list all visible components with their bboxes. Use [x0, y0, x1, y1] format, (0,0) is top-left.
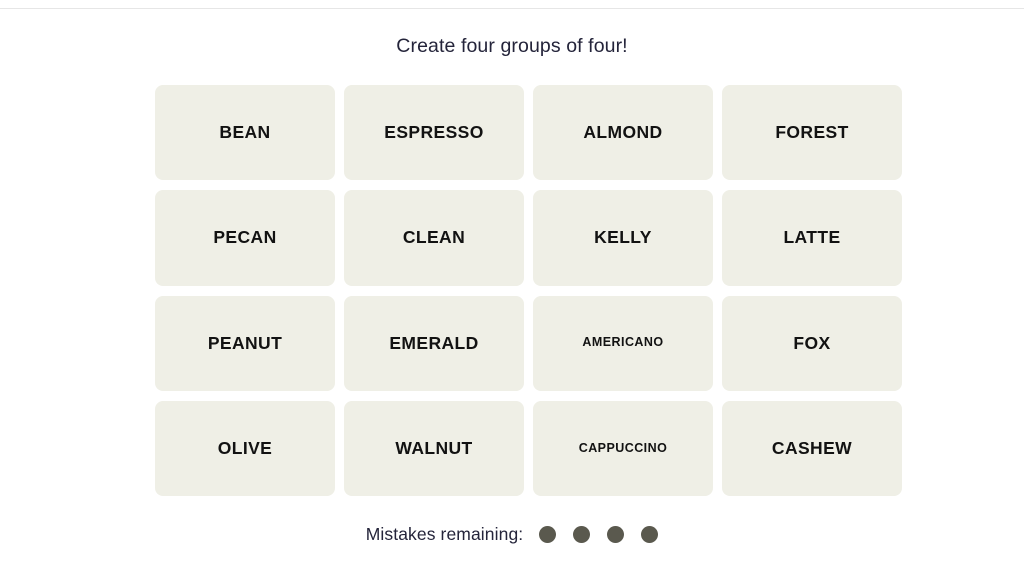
word-tile[interactable]: CASHEW: [722, 400, 902, 496]
mistakes-remaining-section: Mistakes remaining:: [0, 523, 1024, 545]
instruction-text: Create four groups of four!: [396, 35, 628, 57]
tile-grid: BEAN ESPRESSO ALMOND FOREST PECAN CLEAN KELLY L…: [155, 85, 902, 496]
word-tile-label: EMERALD: [389, 332, 479, 353]
word-tile[interactable]: ESPRESSO: [344, 85, 524, 181]
word-tile-label: OLIVE: [217, 437, 273, 458]
word-tile[interactable]: CAPPUCCINO: [533, 400, 713, 496]
word-tile[interactable]: CLEAN: [344, 190, 524, 286]
word-tile[interactable]: BEAN: [155, 85, 335, 181]
word-tile[interactable]: KELLY: [533, 190, 713, 286]
mistake-dot: [539, 525, 557, 543]
mistakes-remaining-label: Mistakes remaining:: [365, 524, 524, 544]
word-tile[interactable]: ALMOND: [533, 85, 713, 181]
page-root: Create four groups of four! BEAN ESPRESSO…: [0, 0, 1024, 576]
word-tile-label: ESPRESSO: [384, 122, 484, 142]
word-tile[interactable]: FOREST: [722, 85, 902, 181]
word-tile-label: FOX: [793, 332, 831, 353]
word-tile[interactable]: LATTE: [722, 190, 902, 286]
word-tile-label: WALNUT: [395, 437, 473, 458]
word-tile-label: CASHEW: [771, 437, 853, 458]
word-tile[interactable]: PECAN: [155, 190, 335, 286]
mistake-dot: [607, 525, 625, 543]
connections-puzzle: Create four groups of four! BEAN ESPRESSO…: [0, 0, 1024, 576]
mistake-dot: [641, 525, 659, 543]
word-tile-label: ALMOND: [583, 122, 663, 142]
word-tile-label: CAPPUCCINO: [578, 440, 668, 455]
word-tile-label: PEANUT: [207, 332, 283, 353]
word-tile[interactable]: AMERICANO: [533, 295, 713, 391]
word-tile-label: LATTE: [783, 227, 841, 248]
word-tile[interactable]: PEANUT: [155, 295, 335, 391]
word-tile[interactable]: WALNUT: [344, 400, 524, 496]
word-tile[interactable]: EMERALD: [344, 295, 524, 391]
mistakes-dot-group: [539, 525, 659, 543]
word-tile-label: PECAN: [213, 227, 277, 248]
word-tile-label: FOREST: [775, 122, 849, 142]
word-tile-label: BEAN: [219, 122, 271, 142]
word-tile[interactable]: OLIVE: [155, 400, 335, 496]
word-tile-label: KELLY: [594, 227, 652, 248]
word-tile[interactable]: FOX: [722, 295, 902, 391]
mistake-dot: [573, 525, 591, 543]
word-tile-label: CLEAN: [402, 227, 466, 248]
word-tile-label: AMERICANO: [582, 335, 664, 350]
